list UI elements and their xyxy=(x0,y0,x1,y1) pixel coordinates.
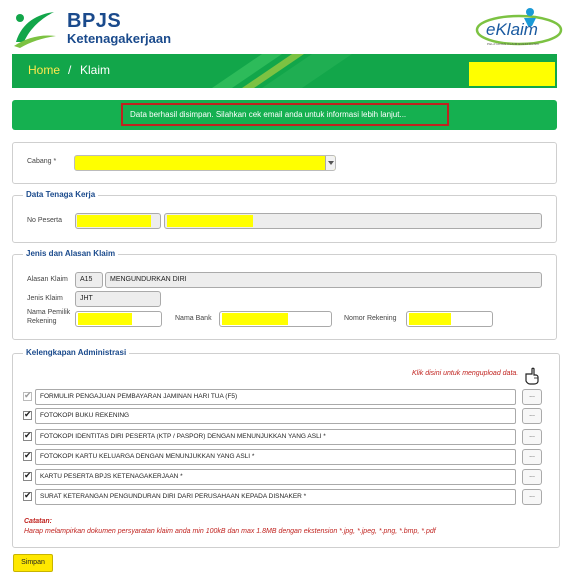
document-label: FORMULIR PENGAJUAN PEMBAYARAN JAMINAN HA… xyxy=(35,389,516,405)
document-checkbox[interactable] xyxy=(23,470,32,481)
upload-button[interactable]: ... xyxy=(522,489,542,505)
alasan-text-field: MENGUNDURKAN DIRI xyxy=(105,272,542,288)
chevron-down-icon[interactable] xyxy=(325,156,335,170)
no-peserta-label: No Peserta xyxy=(27,217,63,224)
upload-button[interactable]: ... xyxy=(522,469,542,485)
header: BPJS Ketenagakerjaan eKlaim PELAYANAN KL… xyxy=(0,0,572,52)
eklaim-subtitle: PELAYANAN KLAIM ELEKTRONIK xyxy=(487,42,540,46)
nama-pemilik-label-line1: Nama Pemilik xyxy=(27,309,71,316)
document-row: FORMULIR PENGAJUAN PEMBAYARAN JAMINAN HA… xyxy=(23,389,543,405)
pointing-hand-icon xyxy=(525,367,539,385)
catatan-text: Harap melampirkan dokumen persyaratan kl… xyxy=(24,528,436,535)
document-checkbox[interactable] xyxy=(23,490,32,501)
redacted-nomor-rekening xyxy=(409,313,451,325)
nama-bank-label: Nama Bank xyxy=(175,315,212,322)
document-row: KARTU PESERTA BPJS KETENAGAKERJAAN * ... xyxy=(23,469,543,485)
breadcrumb-bar: Home / Klaim xyxy=(12,54,557,88)
cabang-panel: Cabang * xyxy=(12,142,557,184)
alasan-klaim-label: Alasan Klaim xyxy=(27,276,68,283)
brand-name: BPJS xyxy=(67,10,122,32)
brand-subname: Ketenagakerjaan xyxy=(67,31,172,46)
document-row: FOTOKOPI BUKU REKENING ... xyxy=(23,408,543,424)
redacted-nama-bank xyxy=(222,313,288,325)
document-label: FOTOKOPI KARTU KELUARGA DENGAN MENUNJUKK… xyxy=(35,449,516,465)
tenaga-kerja-panel: Data Tenaga Kerja No Peserta xyxy=(12,190,557,243)
cabang-select[interactable] xyxy=(74,155,336,171)
document-label: FOTOKOPI BUKU REKENING xyxy=(35,408,516,424)
nomor-rekening-label: Nomor Rekening xyxy=(344,315,397,322)
jenis-klaim-label: Jenis Klaim xyxy=(27,295,63,302)
document-checkbox[interactable] xyxy=(23,450,32,461)
breadcrumb-current: Klaim xyxy=(80,63,111,77)
redacted-nama-pemilik xyxy=(78,313,132,325)
jenis-klaim-legend: Jenis dan Alasan Klaim xyxy=(23,249,119,258)
alasan-code-field: A15 xyxy=(75,272,103,288)
simpan-button[interactable]: Simpan xyxy=(13,554,53,572)
jenis-klaim-field: JHT xyxy=(75,291,161,307)
upload-button[interactable]: ... xyxy=(522,449,542,465)
alert-message: Data berhasil disimpan. Silahkan cek ema… xyxy=(130,110,407,119)
upload-button[interactable]: ... xyxy=(522,429,542,445)
eklaim-title: eKlaim xyxy=(486,20,538,39)
document-label: KARTU PESERTA BPJS KETENAGAKERJAAN * xyxy=(35,469,516,485)
upload-hint-link[interactable]: Klik disini untuk mengupload data. xyxy=(412,370,518,377)
tenaga-kerja-legend: Data Tenaga Kerja xyxy=(23,190,99,199)
redacted-nama-peserta xyxy=(167,215,253,227)
success-alert: Data berhasil disimpan. Silahkan cek ema… xyxy=(12,100,557,130)
document-checkbox xyxy=(23,390,32,401)
document-row: FOTOKOPI IDENTITAS DIRI PESERTA (KTP / P… xyxy=(23,429,543,445)
breadcrumb-separator: / xyxy=(68,63,72,77)
upload-button[interactable]: ... xyxy=(522,408,542,424)
cabang-label: Cabang * xyxy=(27,158,57,165)
catatan-title: Catatan: xyxy=(24,518,53,525)
decorative-stripes xyxy=(212,54,352,88)
document-checkbox[interactable] xyxy=(23,430,32,441)
administrasi-legend: Kelengkapan Administrasi xyxy=(23,348,130,357)
bpjs-logo-icon xyxy=(14,12,56,48)
breadcrumb-home-link[interactable]: Home xyxy=(28,63,60,77)
document-label: SURAT KETERANGAN PENGUNDURAN DIRI DARI P… xyxy=(35,489,516,505)
upload-button[interactable]: ... xyxy=(522,389,542,405)
document-checkbox[interactable] xyxy=(23,409,32,420)
document-label: FOTOKOPI IDENTITAS DIRI PESERTA (KTP / P… xyxy=(35,429,516,445)
jenis-klaim-panel: Jenis dan Alasan Klaim Alasan Klaim A15 … xyxy=(12,249,557,340)
redacted-no-peserta xyxy=(77,215,151,227)
nama-pemilik-label-line2: Rekening xyxy=(27,318,57,325)
document-row: SURAT KETERANGAN PENGUNDURAN DIRI DARI P… xyxy=(23,489,543,505)
document-row: FOTOKOPI KARTU KELUARGA DENGAN MENUNJUKK… xyxy=(23,449,543,465)
redacted-user-area xyxy=(469,62,555,86)
